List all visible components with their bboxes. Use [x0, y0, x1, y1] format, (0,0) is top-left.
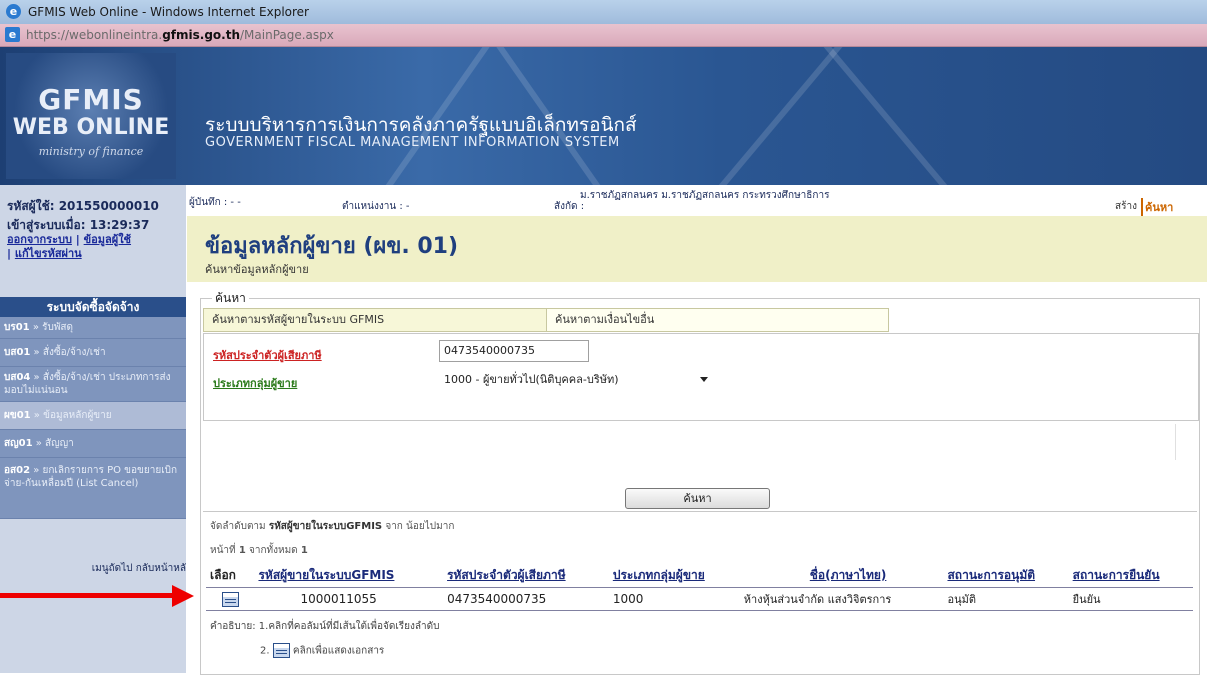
table-row: 1000011055 0473540000735 1000 ห้างหุ้นส่…	[206, 587, 1193, 611]
search-legend: ค้นหา	[212, 289, 249, 308]
info-bar: ผู้บันทึก : - - ตำแหน่งงาน : - สังกัด : …	[187, 189, 1207, 217]
col-approval-status[interactable]: สถานะการอนุมัติ	[943, 564, 1069, 588]
cell-approval-status: อนุมัติ	[943, 587, 1069, 611]
header-title-english: GOVERNMENT FISCAL MANAGEMENT INFORMATION…	[205, 135, 620, 150]
search-link[interactable]: ค้นหา	[1141, 198, 1173, 216]
search-tabs: ค้นหาตามรหัสผู้ขายในระบบ GFMIS ค้นหาตามเ…	[203, 308, 889, 332]
ie-logo-icon: e	[6, 4, 21, 19]
pagination-info: หน้าที่ 1 จากทั้งหมด 1	[210, 545, 308, 556]
address-bar[interactable]: e https://webonlineintra.gfmis.go.th/Mai…	[0, 24, 1207, 47]
change-password-link[interactable]: แก้ไขรหัสผ่าน	[15, 247, 82, 260]
page-icon: e	[5, 27, 20, 42]
sidebar: รหัสผู้ใช้: 201550000010 เข้าสู่ระบบเมื่…	[0, 185, 186, 673]
col-tax-id[interactable]: รหัสประจำตัวผู้เสียภาษี	[443, 564, 609, 588]
cell-name-thai: ห้างหุ้นส่วนจำกัด แสงวิจิตรการ	[739, 587, 944, 611]
col-vendor-group[interactable]: ประเภทกลุ่มผู้ขาย	[608, 564, 740, 588]
cell-confirm-status: ยืนยัน	[1068, 587, 1193, 611]
cell-vendor-group: 1000	[608, 587, 740, 611]
gfmis-logo: GFMIS WEB ONLINE ministry of finance	[6, 53, 176, 179]
cell-tax-id: 0473540000735	[443, 587, 609, 611]
col-name-thai[interactable]: ชื่อ(ภาษาไทย)	[739, 564, 944, 588]
sidebar-item-sy01[interactable]: สญ01 » สัญญา	[0, 430, 186, 458]
affiliation-value: ม.ราชภัฏสกลนคร ม.ราชภัฏสกลนคร กระทรวงศึก…	[580, 190, 830, 201]
sidebar-item-bs04[interactable]: บส04 » สั่งซื้อ/จ้าง/เช่า ประเภทการส่งมอ…	[0, 367, 186, 402]
vendor-table: เลือก รหัสผู้ขายในระบบGFMIS รหัสประจำตัว…	[206, 564, 1193, 611]
page-title: ข้อมูลหลักผู้ขาย (ผข. 01)	[205, 234, 459, 259]
user-info: รหัสผู้ใช้: 201550000010 เข้าสู่ระบบเมื่…	[0, 185, 186, 290]
tax-id-label: รหัสประจำตัวผู้เสียภาษี	[213, 349, 322, 362]
annotation-arrow-line	[0, 593, 176, 598]
sidebar-item-os02[interactable]: อส02 » ยกเลิกรายการ PO ขอขยายเบิกจ่าย-กั…	[0, 458, 186, 519]
sidebar-footer-nav[interactable]: เมนูถัดไป กลับหน้าหลั	[0, 561, 186, 576]
sidebar-menu: บร01 » รับพัสดุ บส01 » สั่งซื้อ/จ้าง/เช่…	[0, 317, 186, 519]
col-select: เลือก	[206, 564, 255, 588]
document-icon[interactable]	[222, 591, 239, 607]
window-title: GFMIS Web Online - Windows Internet Expl…	[28, 5, 309, 19]
recorder-label: ผู้บันทึก : - -	[189, 197, 241, 208]
tax-id-input[interactable]: 0473540000735	[439, 340, 589, 362]
user-id: รหัสผู้ใช้: 201550000010	[7, 199, 159, 213]
page-subtitle: ค้นหาข้อมูลหลักผู้ขาย	[205, 263, 309, 276]
tab-search-by-gfmis[interactable]: ค้นหาตามรหัสผู้ขายในระบบ GFMIS	[203, 308, 547, 332]
blank-panel	[203, 424, 1176, 460]
tab-search-other[interactable]: ค้นหาตามเงื่อนไขอื่น	[546, 308, 889, 332]
note-document: 2. คลิกเพื่อแสดงเอกสาร	[260, 643, 384, 659]
user-info-link[interactable]: ข้อมูลผู้ใช้	[84, 233, 131, 246]
results-panel: จัดลำดับตาม รหัสผู้ขายในระบบGFMIS จาก น้…	[203, 511, 1197, 674]
annotation-arrow-icon	[172, 585, 194, 607]
create-link[interactable]: สร้าง	[1115, 199, 1137, 214]
col-vendor-id[interactable]: รหัสผู้ขายในระบบGFMIS	[254, 564, 444, 588]
position-label: ตำแหน่งงาน : -	[342, 201, 410, 212]
cell-vendor-id: 1000011055	[254, 587, 444, 611]
col-confirm-status[interactable]: สถานะการยืนยัน	[1068, 564, 1193, 588]
document-icon	[272, 643, 290, 658]
user-links: ออกจากระบบ | ข้อมูลผู้ใช้ | แก้ไขรหัสผ่าน	[7, 233, 132, 260]
sort-info: จัดลำดับตาม รหัสผู้ขายในระบบGFMIS จาก น้…	[210, 521, 455, 532]
search-form: รหัสประจำตัวผู้เสียภาษี 0473540000735 ปร…	[203, 333, 1199, 421]
sidebar-item-pk01[interactable]: ผข01 » ข้อมูลหลักผู้ขาย	[0, 402, 186, 430]
chevron-down-icon	[700, 377, 708, 382]
sidebar-item-bs01[interactable]: บส01 » สั่งซื้อ/จ้าง/เช่า	[0, 339, 186, 367]
page-heading: ข้อมูลหลักผู้ขาย (ผข. 01) ค้นหาข้อมูลหลั…	[187, 216, 1207, 282]
site-header: GFMIS WEB ONLINE ministry of finance ระบ…	[0, 47, 1207, 185]
search-button[interactable]: ค้นหา	[625, 488, 770, 509]
logout-link[interactable]: ออกจากระบบ	[7, 233, 72, 246]
menu-title: ระบบจัดซื้อจัดจ้าง	[0, 297, 186, 317]
note-sorting: คำอธิบาย: 1.คลิกที่คอลัมน์ที่มีเส้นใต้เพ…	[210, 621, 440, 632]
table-header-row: เลือก รหัสผู้ขายในระบบGFMIS รหัสประจำตัว…	[206, 564, 1193, 588]
sidebar-item-br01[interactable]: บร01 » รับพัสดุ	[0, 317, 186, 339]
vendor-group-select[interactable]: 1000 - ผู้ขายทั่วไป(นิติบุคคล-บริษัท)	[439, 369, 715, 391]
vendor-group-label: ประเภทกลุ่มผู้ขาย	[213, 377, 298, 390]
url-text[interactable]: https://webonlineintra.gfmis.go.th/MainP…	[26, 28, 334, 42]
window-titlebar: e GFMIS Web Online - Windows Internet Ex…	[0, 0, 1207, 25]
